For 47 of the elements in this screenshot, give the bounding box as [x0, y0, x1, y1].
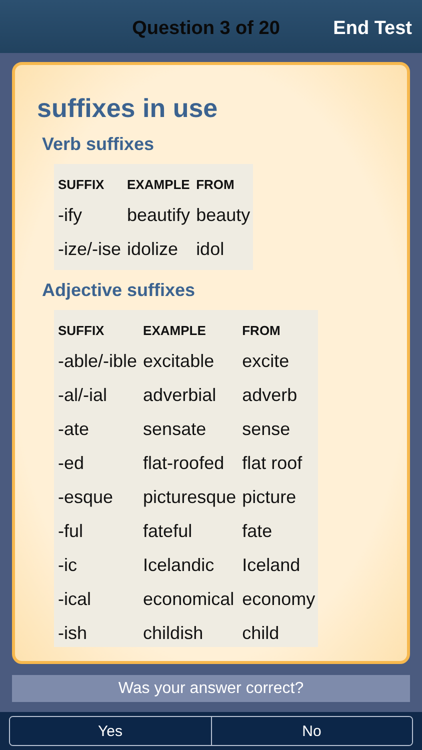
end-test-button[interactable]: End Test: [292, 14, 412, 40]
table-cell: beautify: [124, 198, 194, 232]
table-cell: sense: [239, 412, 318, 446]
table-cell: -ize/-ise: [54, 232, 124, 270]
table-cell: adverb: [239, 378, 318, 412]
table-cell: idolize: [124, 232, 194, 270]
table-cell: fate: [239, 514, 318, 548]
table-cell: idol: [193, 232, 254, 270]
table-cell: Icelandic: [140, 548, 240, 582]
question-prompt: Was your answer correct?: [12, 675, 410, 702]
table-cell: picturesque: [140, 480, 240, 514]
table-cell: -ical: [54, 582, 140, 616]
column-header: EXAMPLE: [140, 310, 240, 344]
column-header: FROM: [193, 164, 254, 198]
table-cell: -ish: [54, 616, 140, 647]
column-header: SUFFIX: [54, 164, 124, 198]
table-cell: economy: [239, 582, 318, 616]
table-cell: adverbial: [140, 378, 240, 412]
section-title: Verb suffixes: [42, 134, 156, 155]
table-cell: beauty: [193, 198, 254, 232]
answer-button[interactable]: Yes: [10, 717, 212, 745]
table-cell: excitable: [140, 344, 240, 378]
table-cell: picture: [239, 480, 318, 514]
answer-button[interactable]: No: [212, 717, 412, 745]
table-cell: -able/-ible: [54, 344, 140, 378]
nav-title: Question 3 of 20: [131, 16, 281, 40]
table-cell: Iceland: [239, 548, 318, 582]
column-header: FROM: [239, 310, 318, 344]
section-title: Adjective suffixes: [42, 280, 196, 301]
table-cell: flat roof: [239, 446, 318, 480]
table-cell: -ic: [54, 548, 140, 582]
table-cell: fateful: [140, 514, 240, 548]
table-cell: -al/-ial: [54, 378, 140, 412]
table-cell: -ate: [54, 412, 140, 446]
table-cell: -esque: [54, 480, 140, 514]
card-heading: suffixes in use: [37, 93, 219, 124]
table-cell: -ify: [54, 198, 124, 232]
table-cell: childish: [140, 616, 240, 647]
column-header: SUFFIX: [54, 310, 140, 344]
table-cell: child: [239, 616, 318, 647]
table-cell: -ful: [54, 514, 140, 548]
table-cell: flat-roofed: [140, 446, 240, 480]
table-cell: sensate: [140, 412, 240, 446]
table-cell: -ed: [54, 446, 140, 480]
column-header: EXAMPLE: [124, 164, 194, 198]
table-cell: excite: [239, 344, 318, 378]
table-cell: economical: [140, 582, 240, 616]
